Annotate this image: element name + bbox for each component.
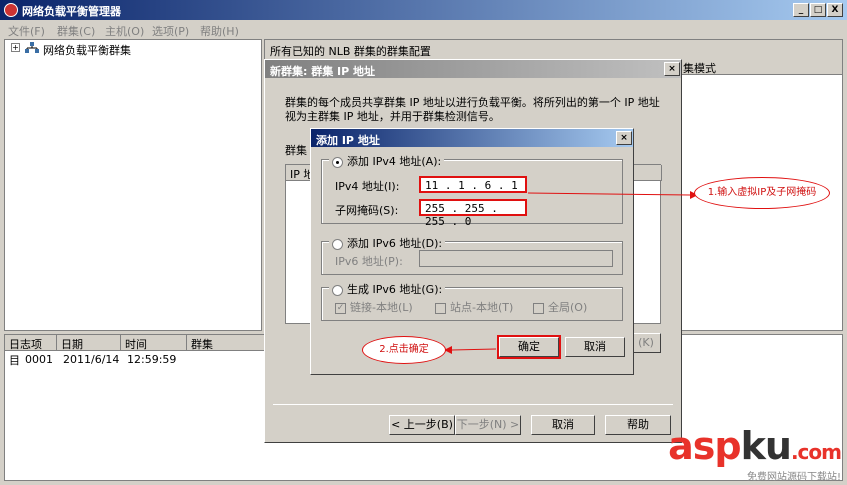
watermark: aspku.com 免费网站源码下载站! (668, 424, 842, 483)
watermark-tagline: 免费网站源码下载站! (746, 472, 841, 483)
watermark-logo: aspku.com (668, 424, 842, 468)
callout-step2: 2.点击确定 (362, 336, 446, 364)
annotation-arrows (444, 191, 698, 354)
callout-step1: 1.输入虚拟IP及子网掩码 (694, 177, 830, 209)
